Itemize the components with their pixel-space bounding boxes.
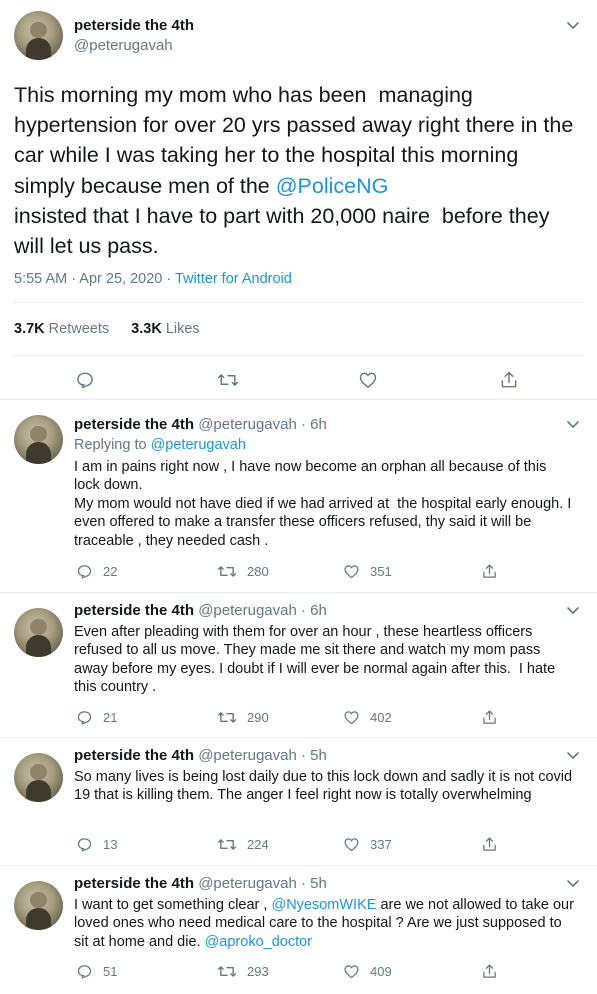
chevron-down-icon[interactable] [563, 873, 583, 893]
chevron-down-icon[interactable] [563, 414, 583, 434]
avatar[interactable] [14, 753, 63, 802]
share-icon [483, 564, 496, 578]
heart-icon [344, 965, 359, 979]
retweet-button[interactable]: 224 [217, 836, 269, 853]
like-button[interactable]: 402 [343, 709, 392, 726]
reply-tweet[interactable]: peterside the 4th @peterugavah · 6h Repl… [0, 399, 597, 592]
reply-text: Even after pleading with them for over a… [74, 624, 560, 696]
reply-count: 13 [103, 837, 118, 852]
chevron-down-icon[interactable] [563, 745, 583, 765]
reply-count: 21 [103, 710, 118, 725]
like-button[interactable]: 409 [343, 963, 392, 980]
author-name[interactable]: peterside the 4th [74, 875, 194, 892]
retweet-count: 224 [247, 837, 269, 852]
share-icon [483, 710, 496, 724]
chevron-down-icon[interactable] [563, 15, 583, 35]
heart-icon [344, 565, 359, 579]
reply-icon [77, 838, 92, 852]
likes-stat[interactable]: 3.3K Likes [131, 321, 200, 337]
reply-icon [77, 372, 93, 389]
author-handle[interactable]: @peterugavah · 5h [198, 747, 327, 764]
retweet-button[interactable] [217, 370, 239, 390]
reply-icon [77, 711, 92, 725]
like-count: 351 [370, 564, 392, 579]
reply-header: peterside the 4th @peterugavah · 5h [74, 747, 327, 764]
reply-count: 51 [103, 964, 118, 979]
like-count: 409 [370, 964, 392, 979]
reply-tweet[interactable]: peterside the 4th @peterugavah · 6h Even… [0, 592, 597, 737]
retweet-count: 293 [247, 964, 269, 979]
retweet-count: 290 [247, 710, 269, 725]
reply-tweet[interactable]: peterside the 4th @peterugavah · 5h I wa… [0, 865, 597, 994]
like-count: 402 [370, 710, 392, 725]
like-count: 337 [370, 837, 392, 852]
reply-button[interactable]: 21 [76, 709, 117, 726]
heart-icon [359, 372, 377, 388]
mention-link[interactable]: @aproko_doctor [205, 934, 312, 950]
author-handle[interactable]: @peterugavah · 6h [198, 416, 327, 433]
reply-icon [77, 565, 92, 579]
source-link[interactable]: Twitter for Android [175, 271, 292, 287]
author-name[interactable]: peterside the 4th [74, 602, 194, 619]
divider [14, 355, 583, 356]
author-name[interactable]: peterside the 4th [74, 747, 194, 764]
tweet-stats: 3.7K Retweets 3.3K Likes [14, 321, 218, 337]
heart-icon [344, 711, 359, 725]
divider [14, 302, 583, 303]
tweet-meta: 5:55 AM · Apr 25, 2020 · Twitter for And… [14, 271, 292, 287]
retweet-button[interactable]: 293 [217, 963, 269, 980]
share-button[interactable] [499, 370, 519, 390]
tweet-text: This morning my mom who has been managin… [14, 83, 580, 259]
retweet-icon [217, 966, 237, 977]
retweet-button[interactable]: 290 [217, 709, 269, 726]
retweet-count: 280 [247, 564, 269, 579]
main-tweet: peterside the 4th @peterugavah This morn… [0, 0, 597, 395]
share-button[interactable] [481, 709, 498, 726]
avatar[interactable] [14, 415, 63, 464]
author-handle[interactable]: @peterugavah [74, 37, 173, 54]
author-handle[interactable]: @peterugavah · 6h [198, 602, 327, 619]
reply-button[interactable]: 22 [76, 563, 117, 580]
chevron-down-icon[interactable] [563, 600, 583, 620]
mention-link[interactable]: @PoliceNG [276, 174, 389, 198]
reply-button[interactable]: 13 [76, 836, 117, 853]
reply-header: peterside the 4th @peterugavah · 5h [74, 875, 327, 892]
retweet-button[interactable]: 280 [217, 563, 269, 580]
retweet-icon [217, 374, 239, 386]
author-name[interactable]: peterside the 4th [74, 17, 194, 34]
retweet-icon [217, 839, 237, 850]
share-icon [483, 964, 496, 978]
avatar[interactable] [14, 608, 63, 657]
author-name[interactable]: peterside the 4th [74, 416, 194, 433]
reply-text: I am in pains right now , I have now bec… [74, 459, 572, 549]
share-button[interactable] [481, 563, 498, 580]
reply-header: peterside the 4th @peterugavah · 6h [74, 602, 327, 619]
like-button[interactable] [358, 370, 378, 390]
retweet-icon [217, 712, 237, 723]
reply-icon [77, 965, 92, 979]
share-button[interactable] [481, 963, 498, 980]
retweet-icon [217, 566, 237, 577]
heart-icon [344, 838, 359, 852]
mention-link[interactable]: @NyesomWIKE [271, 897, 376, 913]
reply-button[interactable]: 51 [76, 963, 117, 980]
reply-header: peterside the 4th @peterugavah · 6h [74, 416, 327, 433]
like-button[interactable]: 351 [343, 563, 392, 580]
author-handle[interactable]: @peterugavah · 5h [198, 875, 327, 892]
reply-text: So many lives is being lost daily due to… [74, 769, 577, 804]
mention-link[interactable]: @peterugavah [151, 437, 246, 453]
avatar[interactable] [14, 881, 63, 930]
like-button[interactable]: 337 [343, 836, 392, 853]
reply-button[interactable] [75, 370, 95, 390]
reply-text: I want to get something clear , @NyesomW… [74, 897, 578, 950]
reply-tweet[interactable]: peterside the 4th @peterugavah · 5h So m… [0, 737, 597, 865]
retweets-stat[interactable]: 3.7K Retweets [14, 321, 109, 337]
replying-to: Replying to @peterugavah [74, 437, 246, 453]
share-icon [483, 837, 496, 851]
share-button[interactable] [481, 836, 498, 853]
share-icon [501, 371, 517, 388]
timestamp[interactable]: 5:55 AM · Apr 25, 2020 · [14, 271, 175, 287]
reply-count: 22 [103, 564, 118, 579]
avatar[interactable] [14, 11, 63, 60]
